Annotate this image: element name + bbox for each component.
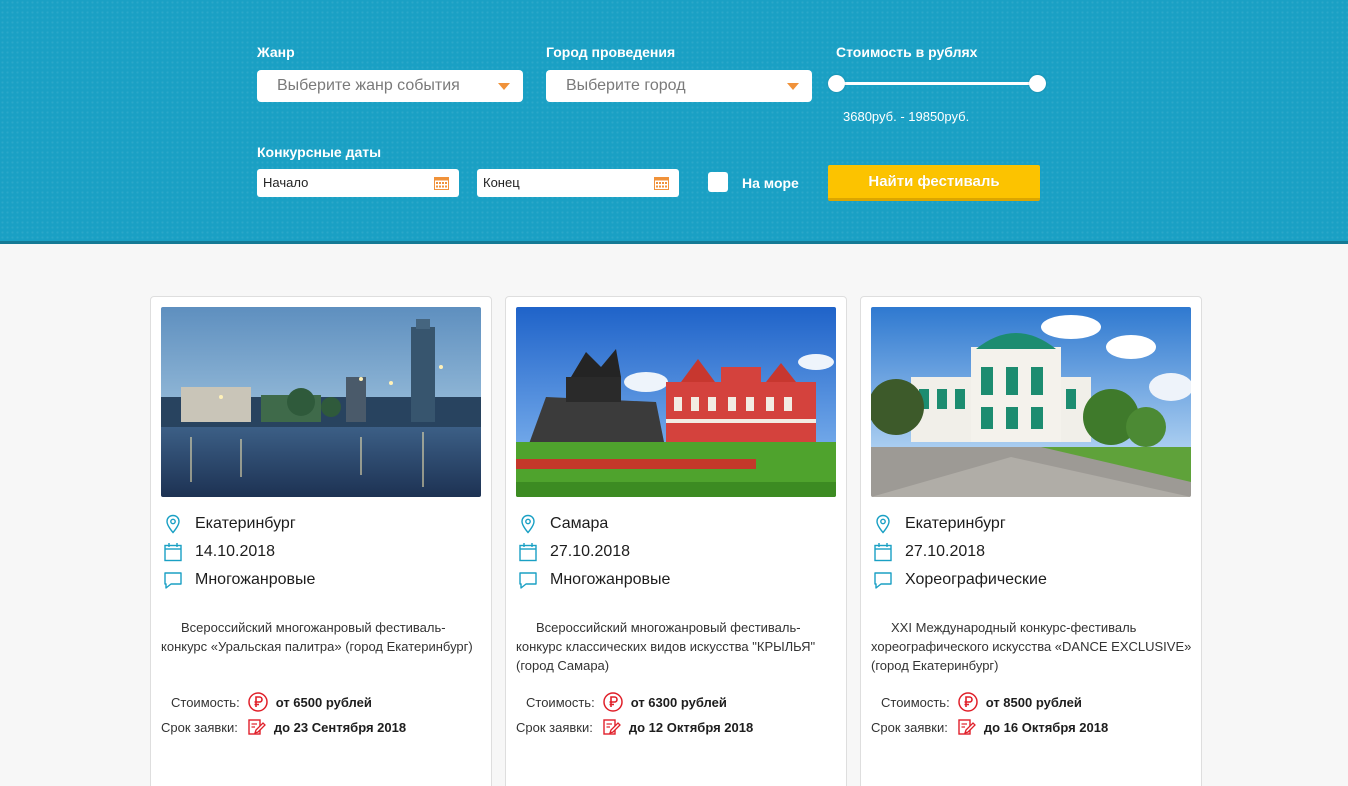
- speech-bubble-icon: [519, 572, 537, 589]
- festival-photo[interactable]: [871, 307, 1191, 497]
- cost-label: Стоимость:: [171, 694, 240, 710]
- speech-bubble-icon: [164, 572, 182, 589]
- festival-card[interactable]: Екатеринбург 27.10.2018 Хореографические…: [860, 296, 1202, 786]
- price-label: Стоимость в рублях: [836, 44, 978, 60]
- ruble-icon: [957, 692, 978, 712]
- deadline-label: Срок заявки:: [516, 719, 593, 735]
- end-date-placeholder: Конец: [483, 175, 520, 190]
- card-description: Всероссийский многожанровый фестиваль-ко…: [516, 620, 816, 673]
- city-select[interactable]: Выберите город: [546, 70, 812, 102]
- cost-label: Стоимость:: [881, 694, 950, 710]
- deadline-row: Срок заявки: до 16 Октября 2018: [871, 717, 1108, 737]
- card-date: 14.10.2018: [195, 543, 276, 560]
- card-city: Екатеринбург: [905, 515, 1006, 532]
- deadline-label: Срок заявки:: [871, 719, 948, 735]
- application-form-icon: [248, 719, 266, 735]
- find-festival-button[interactable]: Найти фестиваль: [828, 165, 1040, 201]
- card-city: Самара: [550, 515, 609, 532]
- date-row: 27.10.2018: [518, 541, 630, 563]
- genre-select[interactable]: Выберите жанр события: [257, 70, 523, 102]
- genre-row: Хореографические: [873, 569, 1047, 591]
- chevron-down-icon: [498, 83, 510, 90]
- deadline-value: до 23 Сентября 2018: [273, 719, 407, 735]
- deadline-value: до 12 Октября 2018: [628, 719, 754, 735]
- price-slider-track[interactable]: [836, 82, 1038, 85]
- chevron-down-icon: [787, 83, 799, 90]
- location-pin-icon: [876, 514, 890, 534]
- cost-row: Стоимость: от 6500 рублей: [171, 692, 372, 712]
- start-date-placeholder: Начало: [263, 175, 309, 190]
- genre-row: Многожанровые: [163, 569, 315, 591]
- city-label: Город проведения: [546, 44, 676, 60]
- festival-card[interactable]: Екатеринбург 14.10.2018 Многожанровые Вс…: [150, 296, 492, 786]
- card-city: Екатеринбург: [195, 515, 296, 532]
- card-date: 27.10.2018: [550, 543, 631, 560]
- price-slider-max-handle[interactable]: [1029, 75, 1046, 92]
- festival-photo[interactable]: [161, 307, 481, 497]
- cost-value: от 8500 рублей: [985, 694, 1082, 710]
- date-row: 27.10.2018: [873, 541, 985, 563]
- dates-label: Конкурсные даты: [257, 144, 382, 160]
- date-row: 14.10.2018: [163, 541, 275, 563]
- sea-label[interactable]: На море: [742, 175, 799, 191]
- price-slider-min-handle[interactable]: [828, 75, 845, 92]
- cost-label: Стоимость:: [526, 694, 595, 710]
- calendar-icon[interactable]: [654, 176, 669, 190]
- cost-value: от 6300 рублей: [630, 694, 727, 710]
- city-row: Екатеринбург: [163, 513, 296, 535]
- city-row: Самара: [518, 513, 608, 535]
- genre-label: Жанр: [257, 44, 295, 60]
- deadline-label: Срок заявки:: [161, 719, 238, 735]
- card-description: XXI Международный конкурс-фестиваль хоре…: [871, 620, 1192, 673]
- speech-bubble-icon: [874, 572, 892, 589]
- calendar-icon[interactable]: [434, 176, 449, 190]
- sea-checkbox[interactable]: [708, 172, 728, 192]
- calendar-icon: [164, 543, 182, 562]
- festival-photo[interactable]: [516, 307, 836, 497]
- filter-panel: Жанр Выберите жанр события Город проведе…: [0, 0, 1348, 244]
- application-form-icon: [958, 719, 976, 735]
- calendar-icon: [874, 543, 892, 562]
- cost-row: Стоимость: от 8500 рублей: [881, 692, 1082, 712]
- card-date: 27.10.2018: [905, 543, 986, 560]
- festival-card[interactable]: Самара 27.10.2018 Многожанровые Всеросси…: [505, 296, 847, 786]
- ruble-icon: [247, 692, 268, 712]
- card-genre: Многожанровые: [195, 571, 316, 588]
- deadline-row: Срок заявки: до 12 Октября 2018: [516, 717, 753, 737]
- cost-value: от 6500 рублей: [275, 694, 372, 710]
- ruble-icon: [602, 692, 623, 712]
- cost-row: Стоимость: от 6300 рублей: [526, 692, 727, 712]
- genre-select-value: Выберите жанр события: [277, 77, 460, 94]
- end-date-input[interactable]: Конец: [477, 169, 679, 197]
- start-date-input[interactable]: Начало: [257, 169, 459, 197]
- price-range-text: 3680руб. - 19850руб.: [843, 109, 970, 124]
- deadline-row: Срок заявки: до 23 Сентября 2018: [161, 717, 406, 737]
- location-pin-icon: [166, 514, 180, 534]
- card-description: Всероссийский многожанровый фестиваль-ко…: [161, 620, 473, 654]
- location-pin-icon: [521, 514, 535, 534]
- calendar-icon: [519, 543, 537, 562]
- card-genre: Многожанровые: [550, 571, 671, 588]
- deadline-value: до 16 Октября 2018: [983, 719, 1109, 735]
- application-form-icon: [603, 719, 621, 735]
- genre-row: Многожанровые: [518, 569, 670, 591]
- city-row: Екатеринбург: [873, 513, 1006, 535]
- card-genre: Хореографические: [905, 571, 1047, 588]
- city-select-value: Выберите город: [566, 77, 686, 94]
